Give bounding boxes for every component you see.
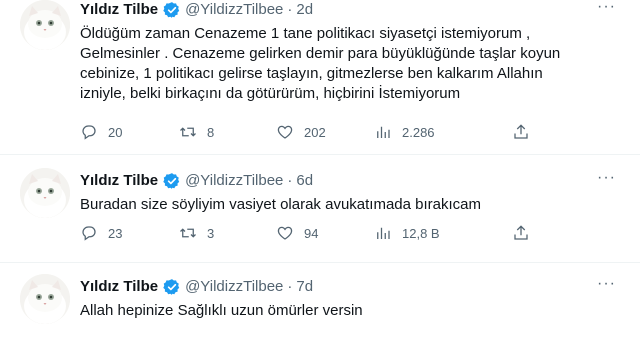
author-handle[interactable]: @YildizzTilbee [185, 278, 283, 295]
retweet-count: 8 [207, 124, 215, 140]
reply-count: 20 [108, 124, 123, 140]
cat-avatar-icon [20, 168, 70, 218]
heart-icon [277, 125, 293, 139]
timestamp[interactable]: 2d [296, 1, 313, 18]
timestamp[interactable]: 6d [296, 172, 313, 189]
like-button[interactable]: 202 [276, 123, 326, 141]
tweet-text: Allah hepinize Sağlıklı uzun ömürler ver… [80, 302, 363, 319]
reply-button[interactable]: 23 [80, 224, 122, 242]
views-button[interactable]: 12,8 B [374, 224, 440, 242]
author-name[interactable]: Yıldız Tilbe [80, 278, 158, 295]
views-icon [377, 126, 390, 138]
more-icon[interactable]: ··· [597, 275, 616, 295]
separator: · [287, 1, 293, 18]
retweet-count: 3 [207, 225, 215, 241]
verified-badge-icon[interactable] [163, 172, 181, 190]
views-button[interactable]: 2.286 [374, 123, 435, 141]
share-icon [514, 225, 528, 240]
tweet-text: Öldüğüm zaman Cenazeme 1 tane politikacı… [80, 25, 561, 102]
cat-avatar-icon [20, 274, 70, 324]
tweet[interactable]: Yıldız Tilbe @YildizzTilbee · 2d ··· Öld… [0, 0, 640, 155]
avatar[interactable] [20, 274, 70, 324]
separator: · [287, 172, 293, 189]
reply-button[interactable]: 20 [80, 123, 122, 141]
reply-icon [82, 226, 96, 241]
timestamp[interactable]: 7d [296, 278, 313, 295]
more-icon[interactable]: ··· [597, 0, 616, 18]
avatar[interactable] [20, 168, 70, 218]
tweet[interactable]: Yıldız Tilbe @YildizzTilbee · 7d ··· All… [0, 263, 640, 340]
author-name[interactable]: Yıldız Tilbe [80, 1, 158, 18]
share-button[interactable] [512, 123, 530, 141]
author-handle[interactable]: @YildizzTilbee [185, 172, 283, 189]
like-count: 202 [304, 124, 326, 140]
views-icon [377, 227, 390, 239]
retweet-icon [180, 127, 196, 137]
retweet-icon [180, 228, 196, 238]
tweet-text: Buradan size söyliyim vasiyet olarak avu… [80, 196, 482, 213]
verified-badge-icon[interactable] [163, 278, 181, 296]
reply-count: 23 [108, 225, 123, 241]
like-button[interactable]: 94 [276, 224, 318, 242]
verified-badge-icon[interactable] [163, 1, 181, 19]
retweet-button[interactable]: 8 [179, 123, 214, 141]
like-count: 94 [304, 225, 319, 241]
reply-icon [82, 125, 96, 140]
more-icon[interactable]: ··· [597, 169, 616, 189]
heart-icon [277, 226, 293, 240]
avatar[interactable] [20, 0, 70, 50]
tweet[interactable]: Yıldız Tilbe @YildizzTilbee · 6d ··· Bur… [0, 155, 640, 263]
cat-avatar-icon [20, 0, 70, 50]
author-name[interactable]: Yıldız Tilbe [80, 172, 158, 189]
retweet-button[interactable]: 3 [179, 224, 214, 242]
author-handle[interactable]: @YildizzTilbee [185, 1, 283, 18]
share-icon [514, 124, 528, 139]
view-count: 2.286 [402, 124, 435, 140]
separator: · [287, 278, 293, 295]
view-count: 12,8 B [402, 225, 440, 241]
share-button[interactable] [512, 224, 530, 242]
